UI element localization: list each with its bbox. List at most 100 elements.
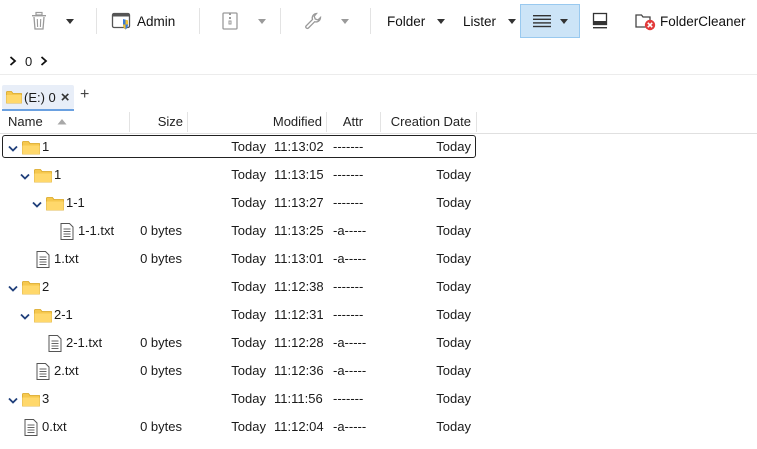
file-size: [130, 133, 182, 161]
file-attributes: -------: [333, 307, 364, 322]
admin-button[interactable]: Admin: [111, 4, 181, 38]
chevron-down-icon[interactable]: [8, 142, 18, 152]
breadcrumb-item[interactable]: 0: [25, 54, 32, 69]
modified-date: Today: [231, 419, 266, 434]
column-size[interactable]: Size: [130, 110, 183, 134]
column-name[interactable]: Name: [8, 110, 43, 134]
folder-icon: [22, 392, 40, 410]
foldercleaner-label: FolderCleaner: [660, 13, 746, 29]
divider: [0, 74, 757, 75]
file-size: 0 bytes: [140, 251, 182, 266]
file-name: 2.txt: [54, 363, 79, 378]
foldercleaner-button[interactable]: FolderCleaner: [634, 4, 749, 38]
column-modified[interactable]: Modified: [188, 110, 322, 134]
chevron-down-icon: [560, 18, 568, 24]
file-attributes: -------: [333, 195, 364, 210]
creation-date: Today: [436, 279, 471, 294]
table-row[interactable]: 2-1.txt 0 bytes Today 11:12:28 -a----- Today: [0, 329, 757, 357]
archive-button[interactable]: [220, 4, 270, 38]
file-size: [130, 189, 182, 217]
file-size: [130, 273, 182, 301]
file-name: 2-1.txt: [66, 335, 103, 350]
column-creation-date[interactable]: Creation Date: [381, 110, 471, 134]
file-attributes: -a-----: [333, 251, 367, 266]
modified-date: Today: [231, 167, 266, 182]
folder-cleaner-icon: [635, 14, 656, 31]
creation-date: Today: [436, 391, 471, 406]
chevron-down-icon[interactable]: [20, 310, 30, 320]
file-name: 2-1: [54, 307, 73, 322]
file-size: 0 bytes: [140, 223, 182, 238]
admin-label: Admin: [137, 13, 176, 29]
modified-date: Today: [231, 391, 266, 406]
modified-time: 11:13:15: [274, 167, 324, 182]
column-header: Name Size Modified Attr Creation Date: [0, 110, 757, 134]
file-attributes: -------: [333, 167, 364, 182]
modified-time: 11:12:28: [274, 335, 324, 350]
chevron-down-icon[interactable]: [20, 170, 30, 180]
text-file-icon: [36, 251, 50, 271]
tab-e-drive[interactable]: (E:) 0 ×: [2, 85, 74, 109]
folder-icon: [34, 308, 52, 326]
close-icon[interactable]: ×: [61, 89, 70, 106]
preview-pane-button[interactable]: [592, 4, 614, 38]
chevron-down-icon: [341, 18, 349, 24]
lister-menu-button[interactable]: Lister: [463, 4, 518, 38]
chevron-down-icon: [437, 18, 446, 24]
separator: [370, 8, 371, 34]
chevron-down-icon[interactable]: [8, 282, 18, 292]
chevron-down-icon[interactable]: [8, 394, 18, 404]
table-row[interactable]: 0.txt 0 bytes Today 11:12:04 -a----- Today: [0, 413, 757, 441]
table-row[interactable]: 2.txt 0 bytes Today 11:12:36 -a----- Today: [0, 357, 757, 385]
modified-date: Today: [231, 223, 266, 238]
creation-date: Today: [436, 195, 471, 210]
chevron-down-icon[interactable]: [32, 198, 42, 208]
text-file-icon: [36, 363, 50, 383]
file-attributes: -a-----: [333, 223, 367, 238]
modified-time: 11:11:56: [274, 391, 323, 406]
folder-icon: [46, 196, 64, 214]
modified-date: Today: [231, 195, 266, 210]
creation-date: Today: [436, 167, 471, 182]
text-file-icon: [48, 335, 62, 355]
table-row[interactable]: 2-1 Today 11:12:31 ------- Today: [0, 301, 757, 329]
folder-menu-button[interactable]: Folder: [387, 4, 449, 38]
modified-date: Today: [231, 251, 266, 266]
file-name: 1-1: [66, 195, 85, 210]
table-row[interactable]: 2 Today 11:12:38 ------- Today: [0, 273, 757, 301]
column-attr[interactable]: Attr: [327, 110, 379, 134]
table-row[interactable]: 1.txt 0 bytes Today 11:13:01 -a----- Today: [0, 245, 757, 273]
delete-button[interactable]: [30, 4, 80, 38]
modified-time: 11:12:04: [274, 419, 324, 434]
tools-button[interactable]: [303, 4, 353, 38]
modified-time: 11:13:01: [274, 251, 324, 266]
modified-time: 11:13:25: [274, 223, 324, 238]
file-size: 0 bytes: [140, 363, 182, 378]
details-view-icon: [533, 15, 551, 28]
trash-icon: [32, 11, 46, 30]
table-row[interactable]: 1-1 Today 11:13:27 ------- Today: [0, 189, 757, 217]
table-row[interactable]: 1 Today 11:13:15 ------- Today: [0, 161, 757, 189]
toolbar: Admin Folder Lister FolderCleaner: [0, 0, 757, 44]
file-name: 2: [42, 279, 50, 294]
modified-time: 11:12:31: [274, 307, 324, 322]
creation-date: Today: [436, 307, 471, 322]
admin-shield-icon: [111, 12, 131, 30]
view-mode-button[interactable]: [520, 4, 580, 38]
table-row[interactable]: 1 Today 11:13:02 ------- Today: [0, 133, 757, 161]
chevron-right-icon[interactable]: [9, 56, 17, 66]
file-name: 1: [54, 167, 62, 182]
file-name: 0.txt: [42, 419, 67, 434]
tab-bar: (E:) 0 × +: [0, 84, 757, 110]
column-divider[interactable]: [476, 112, 477, 132]
file-size: 0 bytes: [140, 419, 182, 434]
chevron-down-icon: [66, 18, 74, 24]
file-size: [130, 385, 182, 413]
table-row[interactable]: 3 Today 11:11:56 ------- Today: [0, 385, 757, 413]
sort-ascending-icon: [57, 119, 67, 125]
chevron-right-icon[interactable]: [40, 56, 48, 66]
breadcrumb: 0: [0, 48, 757, 74]
add-tab-button[interactable]: +: [80, 86, 89, 104]
creation-date: Today: [436, 363, 471, 378]
table-row[interactable]: 1-1.txt 0 bytes Today 11:13:25 -a----- Today: [0, 217, 757, 245]
